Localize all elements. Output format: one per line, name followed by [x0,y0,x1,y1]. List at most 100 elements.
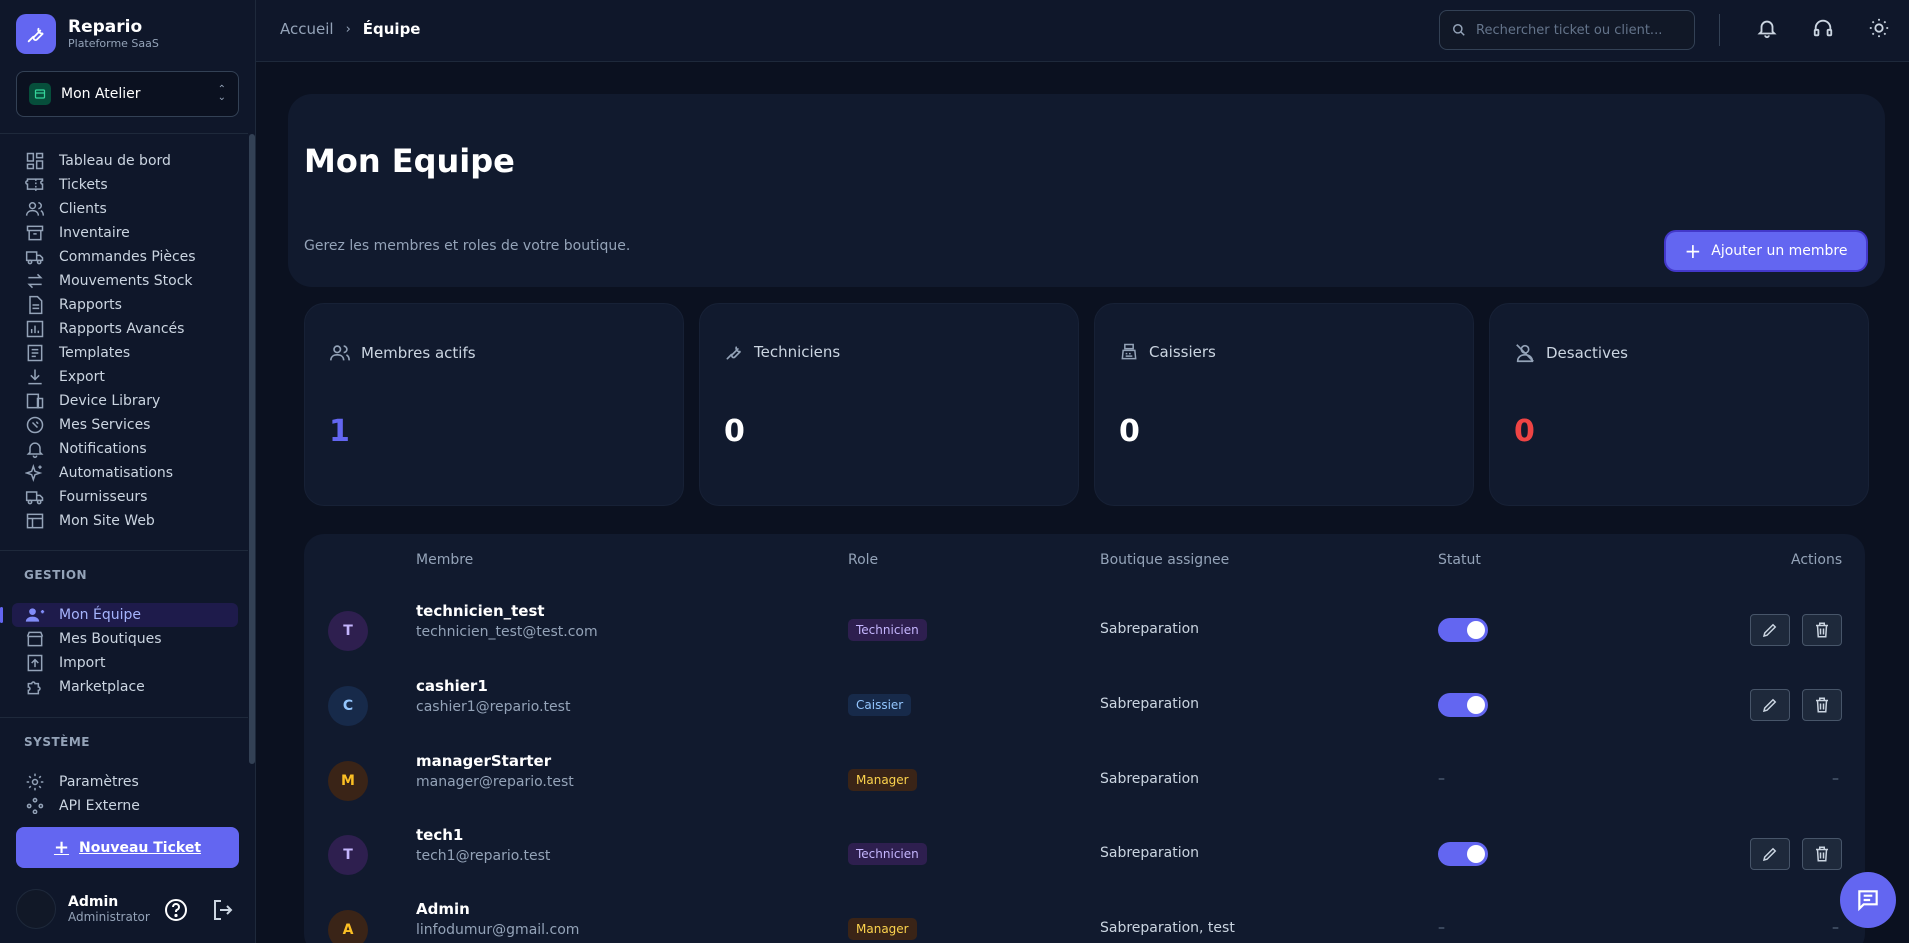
stat-card-deactivated: Desactives 0 [1489,303,1869,506]
member-email: linfodumur@gmail.com [416,922,580,938]
new-ticket-button[interactable]: + Nouveau Ticket [16,827,239,868]
store-icon [26,631,44,647]
user-name: Admin [68,894,119,910]
stat-value: 1 [329,414,350,449]
table-row: A Admin linfodumur@gmail.com Manager Sab… [304,894,1865,943]
devices-icon [26,393,44,409]
avatar: T [328,611,368,651]
sun-icon[interactable] [1868,17,1890,43]
sidebar-item-label: Mon Équipe [59,607,141,623]
sidebar-item-import[interactable]: Import [0,651,248,675]
stat-value: 0 [1119,414,1140,449]
sidebar-item-mon-site-web[interactable]: Mon Site Web [0,509,248,533]
edit-button[interactable] [1750,689,1790,721]
sidebar-item-device-library[interactable]: Device Library [0,389,248,413]
headset-icon[interactable] [1812,17,1834,43]
sidebar-item-clients[interactable]: Clients [0,197,248,221]
breadcrumb-current: Équipe [362,20,421,38]
users-icon [25,202,45,216]
sidebar: Repario Plateforme SaaS Mon Atelier ⌃ ⌄ T… [0,0,256,943]
role-badge: Manager [848,769,917,791]
table-row: T tech1 tech1@repario.test Technicien Sa… [304,819,1865,893]
status-toggle[interactable] [1438,842,1488,866]
edit-button[interactable] [1750,614,1790,646]
sidebar-scrollbar[interactable] [249,134,255,764]
plus-icon: + [53,837,70,858]
sidebar-item-templates[interactable]: Templates [0,341,248,365]
sidebar-item-label: Inventaire [59,225,130,241]
arrows-icon [27,273,43,289]
sidebar-item-label: Tableau de bord [59,153,171,169]
sidebar-item-label: API Externe [59,798,140,814]
sidebar-item-fournisseurs[interactable]: Fournisseurs [0,485,248,509]
sidebar-item-parametres[interactable]: Paramètres [0,770,248,794]
member-name: Admin [416,900,470,918]
truck-icon [25,491,44,505]
logout-icon[interactable] [211,898,235,926]
sidebar-item-tickets[interactable]: Tickets [0,173,248,197]
table-row: M managerStarter manager@repario.test Ma… [304,745,1865,819]
stat-label: Techniciens [754,343,841,361]
sidebar-item-label: Tickets [59,177,108,193]
table-row: C cashier1 cashier1@repario.test Caissie… [304,670,1865,744]
chat-icon [1858,890,1878,912]
sidebar-item-mouvements[interactable]: Mouvements Stock [0,269,248,293]
sidebar-item-label: Notifications [59,441,147,457]
sidebar-item-api-externe[interactable]: API Externe [0,794,248,814]
brand-subtitle: Plateforme SaaS [68,37,159,50]
section-label-systeme: SYSTÈME [24,735,90,749]
sidebar-item-rapports[interactable]: Rapports [0,293,248,317]
sidebar-item-automatisations[interactable]: Automatisations [0,461,248,485]
avatar: C [328,686,368,726]
sidebar-item-rapports-avances[interactable]: Rapports Avancés [0,317,248,341]
sidebar-item-marketplace[interactable]: Marketplace [0,675,248,699]
trash-icon [1816,846,1828,862]
stat-card-technicians: Techniciens 0 [699,303,1079,506]
sidebar-item-label: Mes Services [59,417,151,433]
divider [1719,14,1720,46]
sidebar-item-dashboard[interactable]: Tableau de bord [0,149,248,173]
pencil-icon [1762,623,1777,638]
column-header-member: Membre [416,552,474,568]
page-header-card: Mon Equipe Gerez les membres et roles de… [288,94,1885,287]
status-toggle[interactable] [1438,693,1488,717]
help-icon[interactable] [164,898,188,926]
website-icon [26,513,44,529]
edit-button[interactable] [1750,838,1790,870]
sidebar-item-label: Export [59,369,105,385]
sidebar-item-mes-boutiques[interactable]: Mes Boutiques [0,627,248,651]
delete-button[interactable] [1802,614,1842,646]
stat-card-active-members: Membres actifs 1 [304,303,684,506]
delete-button[interactable] [1802,838,1842,870]
store-icon [29,83,51,105]
template-icon [27,344,43,362]
chat-button[interactable] [1840,872,1896,928]
sidebar-item-export[interactable]: Export [0,365,248,389]
chevron-right-icon: › [345,21,351,37]
sidebar-item-mes-services[interactable]: Mes Services [0,413,248,437]
add-member-button[interactable]: + Ajouter un membre [1666,232,1866,270]
divider [0,717,248,718]
sidebar-item-notifications[interactable]: Notifications [0,437,248,461]
search-box[interactable] [1439,10,1695,50]
members-table: Membre Role Boutique assignee Statut Act… [304,534,1865,943]
sidebar-item-inventaire[interactable]: Inventaire [0,221,248,245]
sidebar-item-label: Fournisseurs [59,489,148,505]
member-name: tech1 [416,826,464,844]
users-icon [330,345,350,361]
cash-register-icon [1121,343,1137,360]
search-input[interactable] [1476,22,1676,38]
shop-selector[interactable]: Mon Atelier ⌃ ⌄ [16,71,239,117]
delete-button[interactable] [1802,689,1842,721]
sidebar-item-mon-equipe[interactable]: Mon Équipe [0,603,238,627]
brand[interactable]: Repario Plateforme SaaS [16,14,159,54]
user-profile[interactable]: Admin Administrator [16,889,150,929]
status-toggle[interactable] [1438,618,1488,642]
member-name: managerStarter [416,752,552,770]
bell-icon[interactable] [1756,17,1778,43]
breadcrumb-home[interactable]: Accueil [280,20,334,38]
new-ticket-label: Nouveau Ticket [79,839,202,856]
divider [0,133,248,134]
gear-icon [26,773,44,791]
sidebar-item-commandes[interactable]: Commandes Pièces [0,245,248,269]
